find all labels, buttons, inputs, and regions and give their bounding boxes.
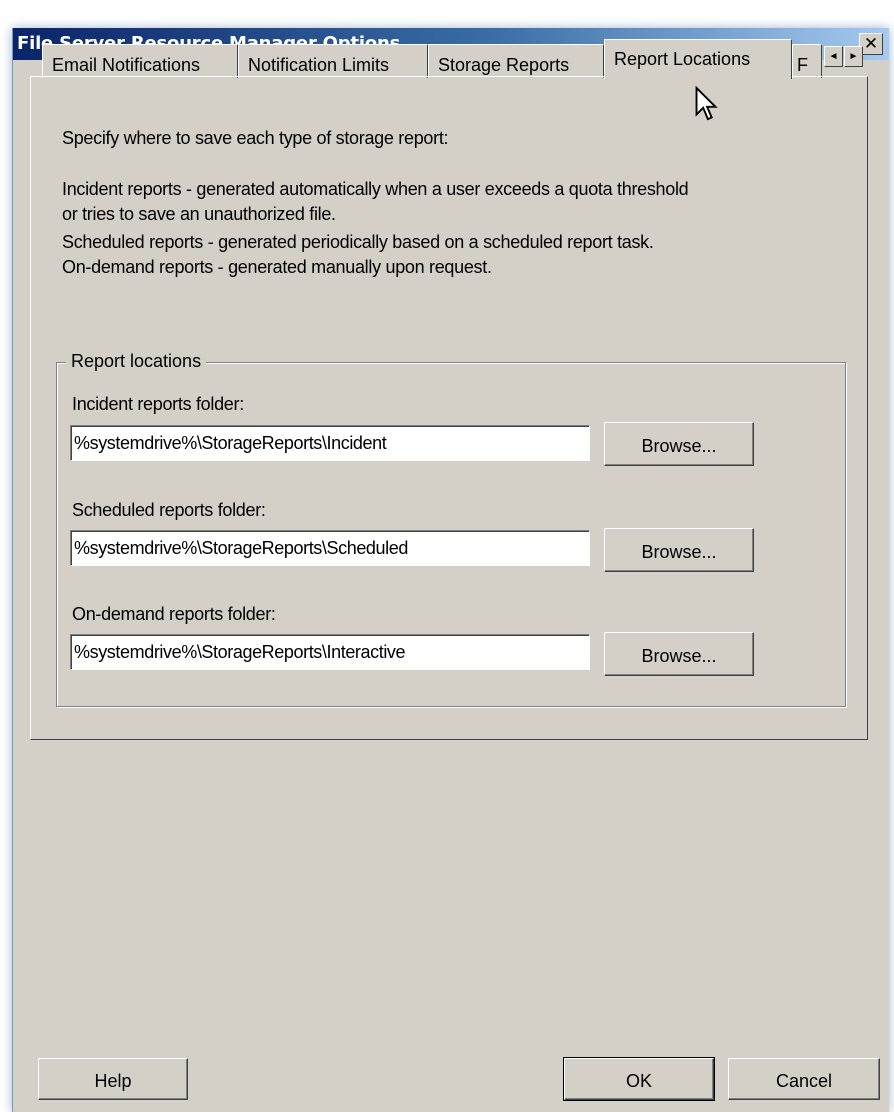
tab-scroll-left-button[interactable]: ◄ [824, 46, 843, 67]
intro-line: Incident reports - generated automatical… [62, 179, 689, 199]
arrow-left-icon: ◄ [828, 51, 839, 62]
scheduled-browse-button[interactable]: Browse... [604, 528, 754, 572]
tab-report-locations[interactable]: Report Locations [604, 39, 792, 79]
arrow-right-icon: ► [848, 51, 859, 62]
ok-button[interactable]: OK [563, 1057, 715, 1101]
tab-storage-reports[interactable]: Storage Reports [428, 44, 604, 78]
ondemand-folder-label: On-demand reports folder: [72, 604, 276, 624]
close-icon: ✕ [863, 34, 879, 54]
mouse-pointer-icon [695, 86, 718, 121]
tab-label: F [797, 55, 808, 75]
incident-folder-field[interactable]: %systemdrive%\StorageReports\Incident [70, 425, 590, 461]
ondemand-browse-button[interactable]: Browse... [604, 632, 754, 676]
intro-heading: Specify where to save each type of stora… [62, 128, 449, 148]
tab-label: Notification Limits [248, 55, 390, 75]
group-legend: Report locations [66, 351, 207, 372]
tab-label: Email Notifications [52, 55, 201, 75]
tab-scroll-right-button[interactable]: ► [844, 46, 863, 67]
intro-line: Scheduled reports - generated periodical… [62, 232, 654, 252]
tab-label: Report Locations [614, 49, 751, 69]
tab-label: Storage Reports [438, 55, 570, 75]
intro-line: or tries to save an unauthorized file. [62, 204, 336, 224]
tab-notification-limits[interactable]: Notification Limits [238, 44, 428, 78]
incident-browse-button[interactable]: Browse... [604, 422, 754, 466]
incident-folder-label: Incident reports folder: [72, 394, 244, 414]
tab-email-notifications[interactable]: Email Notifications [42, 44, 238, 78]
help-button[interactable]: Help [38, 1058, 188, 1100]
intro-line: On-demand reports - generated manually u… [62, 257, 492, 277]
cancel-button[interactable]: Cancel [728, 1058, 880, 1100]
tab-file-screen-partial[interactable]: F [792, 44, 822, 78]
scheduled-folder-field[interactable]: %systemdrive%\StorageReports\Scheduled [70, 530, 590, 566]
ondemand-folder-field[interactable]: %systemdrive%\StorageReports\Interactive [70, 634, 590, 670]
scheduled-folder-label: Scheduled reports folder: [72, 500, 266, 520]
